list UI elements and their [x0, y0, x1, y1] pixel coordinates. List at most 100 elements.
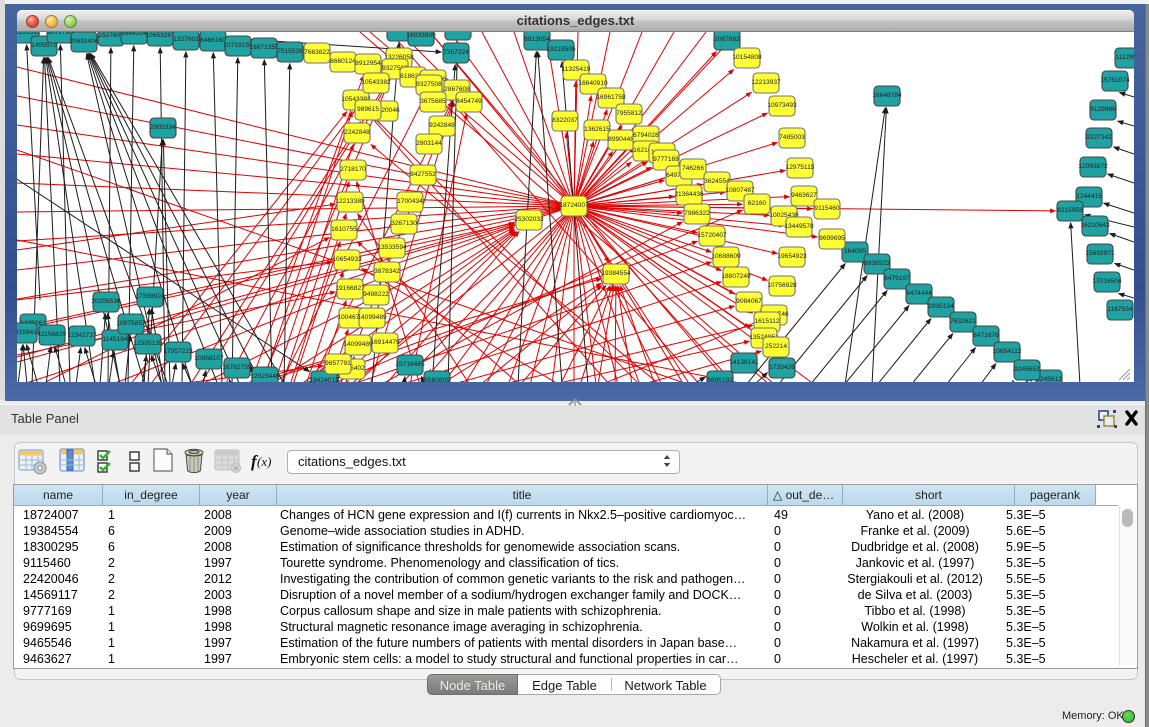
svg-text:12505135: 12505135	[133, 340, 163, 347]
svg-text:20691406: 20691406	[69, 38, 99, 45]
svg-text:13449578: 13449578	[784, 223, 814, 230]
svg-text:7357224: 7357224	[443, 49, 469, 56]
svg-text:7515526: 7515526	[277, 48, 303, 55]
svg-text:19218506: 19218506	[546, 46, 576, 53]
svg-text:9227342: 9227342	[1086, 134, 1112, 141]
svg-text:8427552: 8427552	[410, 171, 436, 178]
svg-text:1244415: 1244415	[1076, 193, 1102, 200]
svg-text:8813054: 8813054	[524, 36, 550, 43]
svg-text:12975115: 12975115	[786, 164, 815, 171]
svg-text:18807249: 18807249	[721, 273, 751, 280]
svg-text:6794028: 6794028	[633, 132, 659, 139]
svg-text:1362615: 1362615	[584, 126, 610, 133]
svg-text:17957223: 17957223	[163, 348, 193, 355]
svg-text:8660124: 8660124	[330, 58, 356, 65]
svg-text:7663822: 7663822	[304, 49, 330, 56]
svg-text:9474444: 9474444	[906, 290, 932, 297]
svg-text:3624554: 3624554	[704, 178, 730, 185]
svg-text:16648784: 16648784	[872, 92, 902, 99]
svg-text:19384554: 19384554	[601, 270, 631, 277]
svg-text:2803144: 2803144	[416, 140, 442, 147]
svg-text:16961758: 16961758	[596, 94, 626, 101]
svg-text:2242848: 2242848	[344, 129, 370, 136]
svg-text:11156829: 11156829	[38, 331, 67, 338]
svg-text:13533594: 13533594	[377, 244, 407, 251]
svg-text:7955812: 7955812	[616, 110, 642, 117]
svg-text:9857791: 9857791	[325, 360, 351, 367]
svg-text:17016504: 17016504	[1092, 278, 1122, 285]
svg-text:10975857: 10975857	[116, 320, 146, 327]
svg-text:3675685: 3675685	[420, 98, 446, 105]
svg-text:12093872: 12093872	[1078, 163, 1108, 170]
svg-text:16914479: 16914479	[370, 339, 400, 346]
svg-text:1610755: 1610755	[331, 226, 357, 233]
svg-text:15716485: 15716485	[395, 361, 425, 368]
svg-text:16640910: 16640910	[578, 80, 608, 87]
svg-text:20206536: 20206536	[91, 298, 121, 305]
svg-text:164095: 164095	[844, 248, 866, 255]
svg-text:2087662: 2087662	[714, 36, 740, 43]
svg-text:12213937: 12213937	[751, 79, 781, 86]
svg-text:10154808: 10154808	[732, 54, 762, 61]
svg-text:1615112: 1615112	[754, 318, 780, 325]
svg-text:10807487: 10807487	[725, 187, 755, 194]
svg-text:8215958: 8215958	[1057, 207, 1083, 214]
svg-text:8912954: 8912954	[355, 60, 381, 67]
svg-text:12213389: 12213389	[335, 198, 365, 205]
svg-text:9560809: 9560809	[424, 377, 450, 382]
svg-text:6466160: 6466160	[200, 37, 226, 44]
svg-text:1145194: 1145194	[102, 336, 128, 343]
svg-text:15751074: 15751074	[1100, 77, 1130, 84]
svg-text:1700434: 1700434	[397, 198, 423, 205]
svg-text:62160: 62160	[748, 200, 767, 207]
svg-text:1327602: 1327602	[173, 36, 199, 43]
svg-text:1167534: 1167534	[1107, 306, 1133, 313]
svg-text:9084067: 9084067	[736, 298, 762, 305]
svg-text:7986322: 7986322	[684, 210, 710, 217]
svg-text:252214: 252214	[765, 343, 787, 350]
svg-text:19166827: 19166827	[335, 285, 365, 292]
svg-text:9129966: 9129966	[1090, 106, 1116, 113]
svg-text:21364436: 21364436	[674, 191, 704, 198]
svg-text:18313054: 18313054	[443, 32, 473, 33]
svg-text:9242848: 9242848	[429, 122, 455, 129]
svg-text:14099489: 14099489	[357, 314, 387, 321]
svg-text:10654112: 10654112	[993, 348, 1022, 355]
svg-text:17359924: 17359924	[135, 293, 165, 300]
svg-text:11325419: 11325419	[562, 66, 591, 73]
svg-text:746266: 746266	[682, 165, 704, 172]
svg-text:2935134: 2935134	[928, 303, 954, 310]
svg-text:9115460: 9115460	[814, 205, 840, 212]
svg-text:9671798: 9671798	[47, 32, 73, 36]
svg-text:7485003: 7485003	[779, 134, 805, 141]
svg-text:1112954: 1112954	[1116, 54, 1134, 61]
svg-text:989615: 989615	[357, 106, 379, 113]
svg-text:14136141: 14136141	[729, 359, 759, 366]
svg-text:9699695: 9699695	[819, 235, 845, 242]
svg-text:12923446: 12923446	[250, 373, 280, 380]
svg-text:15692971: 15692971	[1085, 250, 1115, 257]
svg-text:19654923: 19654923	[777, 253, 807, 260]
svg-text:3267130: 3267130	[391, 220, 417, 227]
svg-text:6479197: 6479197	[884, 275, 910, 282]
svg-text:10973493: 10973493	[767, 102, 797, 109]
svg-text:16782759: 16782759	[222, 364, 252, 371]
svg-text:3915941: 3915941	[17, 329, 37, 336]
svg-text:9895192: 9895192	[707, 377, 733, 382]
svg-text:9884204: 9884204	[121, 32, 147, 37]
svg-text:16671355: 16671355	[249, 44, 279, 51]
svg-text:9463627: 9463627	[791, 192, 817, 199]
svg-text:8938923: 8938923	[864, 260, 890, 267]
svg-text:10654933: 10654933	[332, 256, 362, 263]
svg-text:15720407: 15720407	[697, 232, 727, 239]
svg-text:16033809: 16033809	[406, 32, 436, 39]
svg-text:8322037: 8322037	[552, 117, 578, 124]
svg-text:8454749: 8454749	[456, 98, 482, 105]
svg-text:10688609: 10688609	[711, 253, 741, 260]
svg-text:2718170: 2718170	[340, 166, 366, 173]
svg-text:9245652: 9245652	[1014, 366, 1040, 373]
svg-text:19424012: 19424012	[309, 377, 339, 382]
svg-text:18724007: 18724007	[559, 202, 589, 209]
svg-text:16210643: 16210643	[1080, 222, 1110, 229]
svg-text:9327508: 9327508	[416, 81, 442, 88]
